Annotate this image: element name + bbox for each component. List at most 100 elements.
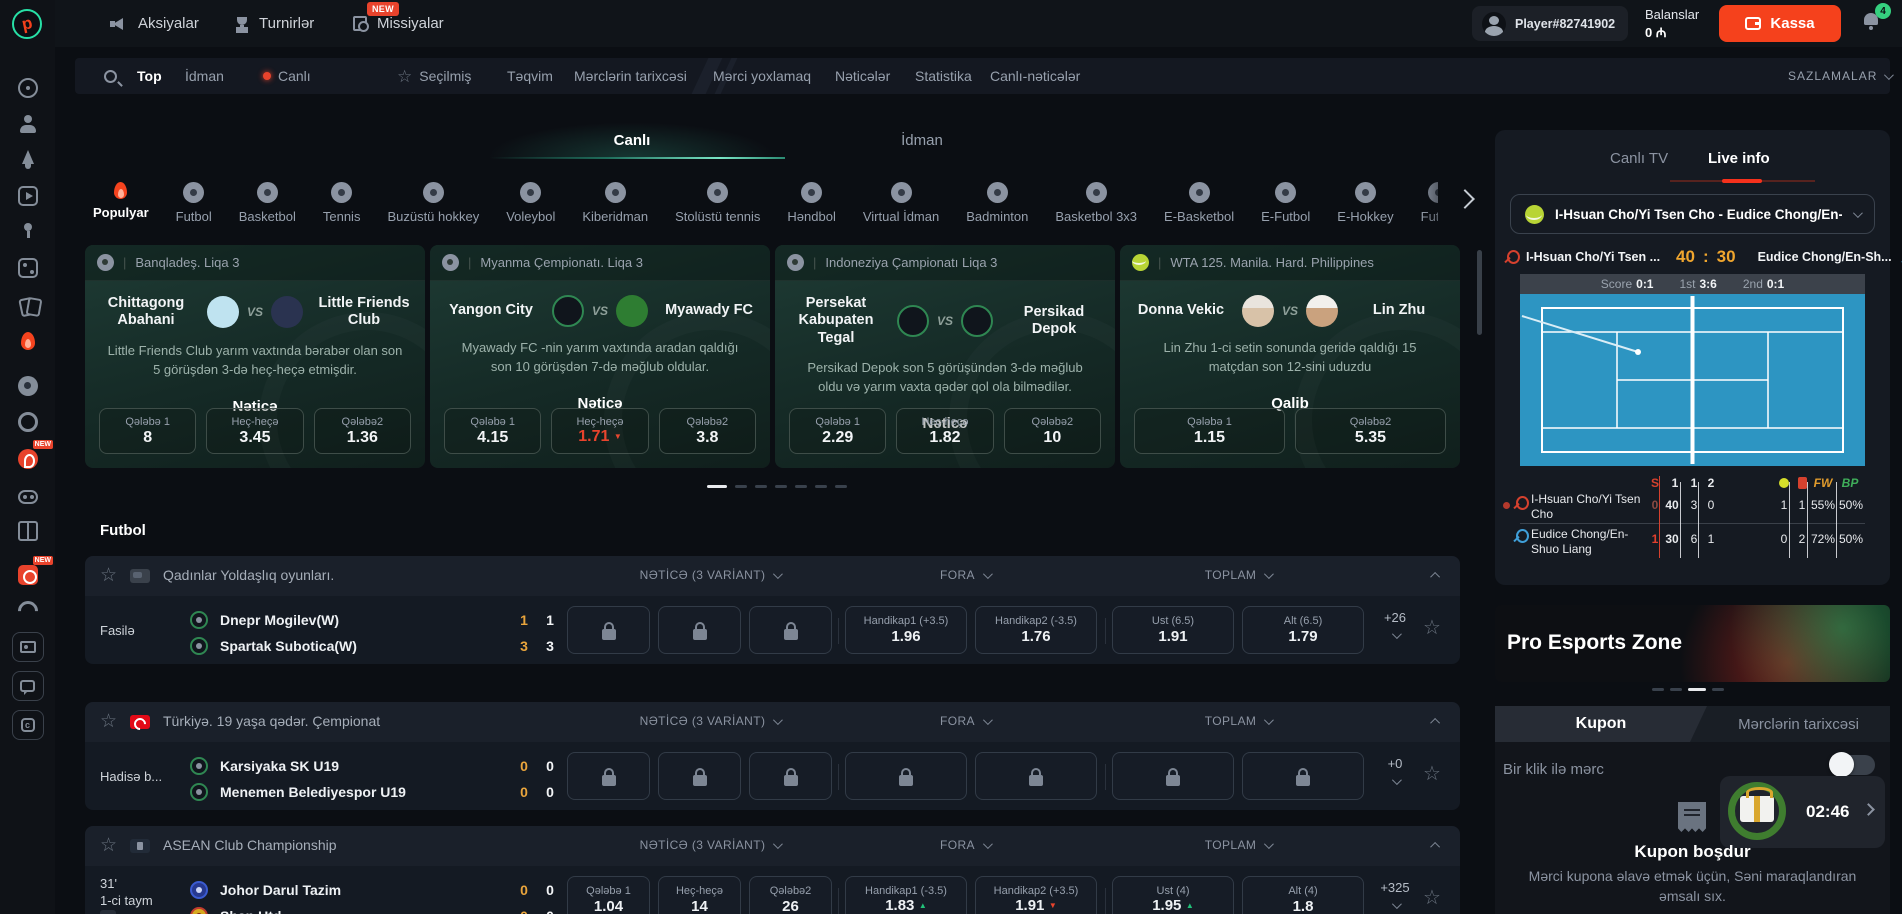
collapse-icon[interactable] [1430, 718, 1440, 728]
sport-tab-stolustu-tennis[interactable]: Stolüstü tennis [675, 182, 760, 232]
nav-secilmis[interactable]: ☆Seçilmiş [397, 58, 471, 94]
lobby-icon[interactable] [0, 71, 55, 105]
menu-turnirler[interactable]: Turnirlər [235, 0, 314, 47]
tab-live-info[interactable]: Live info [1708, 150, 1770, 167]
odds-button[interactable]: Heç-heçə1.82 [896, 408, 993, 454]
sport-tab-virtual[interactable]: Virtual İdman [863, 182, 939, 232]
favorite-star-icon[interactable]: ☆ [1423, 888, 1441, 908]
column-netice[interactable]: NƏTİCƏ (3 VARİANT) [615, 838, 805, 852]
league-header[interactable]: ☆ Türkiyə. 19 yaşa qədər. Çempionat NƏTİ… [85, 702, 1460, 742]
racket-red-icon[interactable] [1503, 250, 1518, 265]
promo-new-icon[interactable]: NEW [0, 558, 55, 592]
match-row[interactable]: Hadisə b... Karsiyaka SK U19 Menemen Bel… [85, 742, 1460, 810]
star-icon[interactable]: ☆ [100, 566, 117, 585]
sport-tab-ebasketbol[interactable]: E-Basketbol [1164, 182, 1234, 232]
column-toplam[interactable]: TOPLAM [1138, 568, 1338, 582]
promo-card[interactable]: |Indoneziya Çampionatı Liqa 3 Persekat K… [775, 245, 1115, 468]
menu-aksiyalar[interactable]: Aksiyalar [110, 0, 199, 47]
chat-icon[interactable] [0, 669, 55, 703]
mode-tab-idman[interactable]: İdman [777, 122, 1067, 158]
sport-tab-badminton[interactable]: Badminton [966, 182, 1028, 232]
dice-icon[interactable] [0, 251, 55, 285]
play-icon[interactable]: ▶ [100, 910, 116, 914]
sport-tab-efutbol[interactable]: E-Futbol [1261, 182, 1310, 232]
nav-canli-neticeler[interactable]: Canlı-nəticələr [990, 58, 1080, 94]
odds-button[interactable]: Qələbə25.35 [1295, 408, 1446, 454]
bonus-icon[interactable] [0, 594, 55, 628]
favorite-star-icon[interactable]: ☆ [1423, 618, 1441, 638]
odds-button[interactable]: Qələbə 11.04 [567, 876, 650, 914]
sport-ball-icon[interactable] [0, 369, 55, 403]
mode-tab-canli[interactable]: Canlı [487, 122, 777, 158]
match-select-dropdown[interactable]: I-Hsuan Cho/Yi Tsen Cho - Eudice Chong/E… [1510, 194, 1875, 234]
star-icon[interactable]: ☆ [100, 712, 117, 731]
sport-tab-futbol[interactable]: Futbol [176, 182, 212, 232]
promo-card[interactable]: |Myanma Çempionatı. Liqa 3 Yangon City V… [430, 245, 770, 468]
odds-button[interactable]: Qələbə21.36 [314, 408, 411, 454]
column-toplam[interactable]: TOPLAM [1138, 838, 1338, 852]
sport-tab-hendbol[interactable]: Həndbol [787, 182, 835, 232]
nav-neticeler[interactable]: Nəticələr [835, 58, 890, 94]
column-fora[interactable]: FORA [865, 838, 1065, 852]
more-odds-button[interactable]: +0 [1373, 756, 1417, 785]
odds-button[interactable]: Heç-heçə14 [658, 876, 741, 914]
sport-tab-ehokkey[interactable]: E-Hokkey [1337, 182, 1393, 232]
banner-carousel-dots[interactable] [1652, 688, 1724, 691]
cashback-icon[interactable]: c [0, 708, 55, 742]
match-row[interactable]: Fasilə Dnepr Mogilev(W) Spartak Subotica… [85, 596, 1460, 664]
odds-button[interactable]: Handikap1 (+3.5)1.96 [845, 606, 967, 654]
odds-button[interactable]: Qələbə 14.15 [444, 408, 541, 454]
favorite-star-icon[interactable]: ☆ [1423, 764, 1441, 784]
search-button[interactable] [104, 58, 117, 94]
odds-button[interactable]: Alt (4)1.8 [1242, 876, 1364, 914]
hot-flame-icon[interactable] [0, 324, 55, 358]
more-odds-button[interactable]: +325 [1373, 880, 1417, 909]
rocket-icon[interactable] [0, 143, 55, 177]
odds-button[interactable]: Qələbə23.8 [659, 408, 756, 454]
odds-button[interactable]: Handikap2 (-3.5)1.76 [975, 606, 1097, 654]
odds-button[interactable]: Qələbə 11.15 [1134, 408, 1285, 454]
one-click-toggle[interactable] [1831, 755, 1875, 775]
nav-merc-tarixcesi[interactable]: Mərclərin tarixcəsi [574, 58, 687, 94]
brand-logo[interactable]: p [12, 9, 42, 39]
more-odds-button[interactable]: +26 [1373, 610, 1417, 639]
profile-card-icon[interactable] [0, 630, 55, 664]
collapse-icon[interactable] [1430, 572, 1440, 582]
promo-card[interactable]: |WTA 125. Manila. Hard. Philippines Donn… [1120, 245, 1460, 468]
league-header[interactable]: ☆ Qadınlar Yoldaşlıq oyunları. NƏTİCƏ (3… [85, 556, 1460, 596]
tab-top[interactable]: Top [137, 58, 162, 94]
pinup-new-icon[interactable]: NEW [0, 442, 55, 476]
gift-promo-card[interactable]: 02:46 [1720, 776, 1885, 848]
column-netice[interactable]: NƏTİCƏ (3 VARİANT) [615, 568, 805, 582]
scrollbar[interactable] [1477, 250, 1482, 335]
odds-button[interactable]: Ust (4)1.95 ▲ [1112, 876, 1234, 914]
column-fora[interactable]: FORA [865, 714, 1065, 728]
column-toplam[interactable]: TOPLAM [1138, 714, 1338, 728]
sport-tab-tennis[interactable]: Tennis [323, 182, 361, 232]
tab-bet-history[interactable]: Mərclərin tarixcəsi [1707, 706, 1890, 742]
nav-statistika[interactable]: Statistika [915, 58, 972, 94]
match-row[interactable]: 31' 1-ci taym ▶ Johor Darul Tazim Shan U… [85, 866, 1460, 914]
arcade-icon[interactable] [0, 215, 55, 249]
esports-banner[interactable]: Pro Esports Zone [1495, 605, 1890, 682]
sport-tab-voleybol[interactable]: Voleybol [506, 182, 555, 232]
odds-button[interactable]: Qələbə 12.29 [789, 408, 886, 454]
tab-canli-tv[interactable]: Canlı TV [1610, 150, 1668, 167]
collapse-icon[interactable] [1430, 842, 1440, 852]
players-icon[interactable] [0, 107, 55, 141]
odds-button[interactable]: Ust (6.5)1.91 [1112, 606, 1234, 654]
odds-button[interactable]: Qələbə 18 [99, 408, 196, 454]
gamepad-icon[interactable] [0, 478, 55, 512]
cards-carousel-dots[interactable] [707, 485, 847, 488]
odds-button[interactable]: Heç-heçə3.45 [206, 408, 303, 454]
nav-merci-yoxlamaq[interactable]: Mərci yoxlamaq [713, 58, 811, 94]
column-fora[interactable]: FORA [865, 568, 1065, 582]
odds-button[interactable]: Qələbə226 [749, 876, 832, 914]
tab-kupon[interactable]: Kupon [1495, 706, 1707, 742]
sport-tab-kiberidman[interactable]: Kiberidman [582, 182, 648, 232]
odds-button[interactable]: Qələbə210 [1004, 408, 1101, 454]
sport-tab-basketbol[interactable]: Basketbol [239, 182, 296, 232]
originals-icon[interactable] [0, 405, 55, 439]
nav-teqvim[interactable]: Təqvim [507, 58, 553, 94]
tab-idman[interactable]: İdman [185, 58, 224, 94]
